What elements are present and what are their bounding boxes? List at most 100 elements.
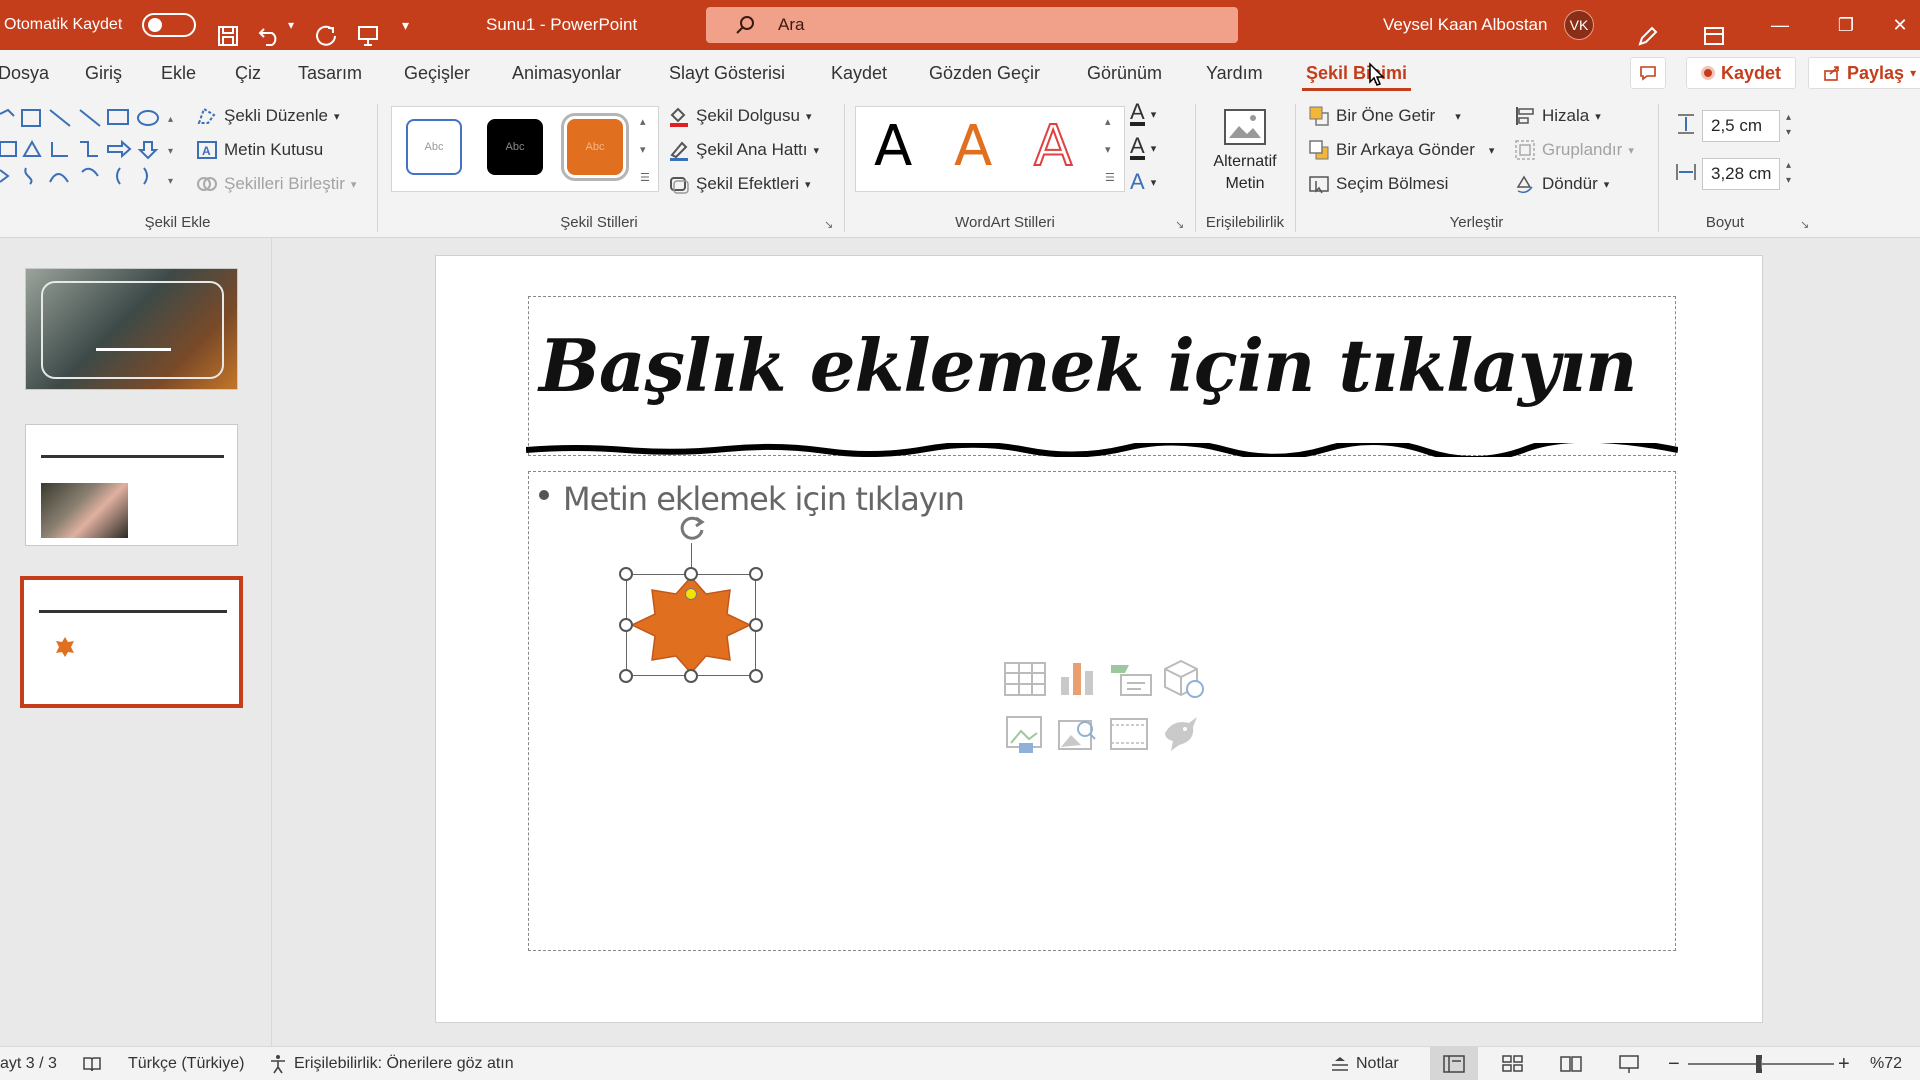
zoom-level[interactable]: %72 <box>1870 1047 1902 1080</box>
insert-video-icon[interactable] <box>1107 713 1151 755</box>
zoom-slider[interactable] <box>1688 1047 1834 1080</box>
merge-shapes-button[interactable]: Şekilleri Birleştir ▾ <box>196 170 356 198</box>
tab-sekil-bicimi[interactable]: Şekil Biçimi <box>1301 50 1412 96</box>
wordart-black[interactable]: A <box>874 114 912 179</box>
slide-sorter-icon[interactable] <box>1502 1047 1524 1080</box>
bring-forward-button[interactable]: Bir Öne Getir ▾ <box>1308 102 1461 130</box>
shape-outline-button[interactable]: Şekil Ana Hattı ▾ <box>668 136 819 164</box>
resize-handle-ne[interactable] <box>749 567 763 581</box>
height-spinner[interactable]: ▴ ▾ <box>1786 110 1791 140</box>
shape-style-orange[interactable]: Abc <box>561 113 629 181</box>
insert-icons-icon[interactable] <box>1159 711 1203 755</box>
insert-table-icon[interactable] <box>1003 659 1047 699</box>
shape-effects-button[interactable]: Şekil Efektleri ▾ <box>668 170 811 198</box>
text-outline-button[interactable]: A ▾ <box>1130 134 1156 162</box>
zoom-in-icon[interactable]: + <box>1838 1047 1850 1080</box>
dialog-launcher-icon[interactable]: ↘ <box>824 218 833 231</box>
tab-yardim[interactable]: Yardım <box>1206 50 1263 96</box>
user-avatar[interactable]: VK <box>1564 0 1594 50</box>
normal-view-button[interactable] <box>1430 1047 1478 1080</box>
slideshow-view-icon[interactable] <box>1618 1047 1640 1080</box>
dialog-launcher-icon[interactable]: ↘ <box>1175 218 1184 231</box>
tab-slayt-gosterisi[interactable]: Slayt Gösterisi <box>669 50 785 96</box>
chevron-down-icon: ▾ <box>1595 110 1601 123</box>
shape-style-black[interactable]: Abc <box>487 119 543 175</box>
ribbon-separator <box>1295 104 1296 232</box>
tab-giris[interactable]: Giriş <box>85 50 122 96</box>
tab-kaydet[interactable]: Kaydet <box>831 50 887 96</box>
slide-thumbnail-2[interactable] <box>25 424 238 546</box>
shape-gallery[interactable]: ▴ ▾ ▾ <box>0 106 185 206</box>
tab-animasyonlar[interactable]: Animasyonlar <box>512 50 621 96</box>
rotate-handle-icon[interactable] <box>676 512 708 544</box>
wordart-red-outline[interactable]: A <box>1033 113 1073 180</box>
resize-handle-se[interactable] <box>749 669 763 683</box>
insert-stock-images-icon[interactable] <box>1055 713 1099 755</box>
wordart-scroll[interactable]: ▴ ▾ ☰ <box>1105 108 1115 192</box>
tab-dosya[interactable]: Dosya <box>0 50 49 96</box>
resize-handle-w[interactable] <box>619 618 633 632</box>
adjust-handle[interactable] <box>685 588 697 600</box>
group-button[interactable]: Gruplandır ▾ <box>1514 136 1634 164</box>
shape-style-outline[interactable]: Abc <box>406 119 462 175</box>
language-status[interactable]: Türkçe (Türkiye) <box>128 1047 244 1080</box>
tab-ciz[interactable]: Çiz <box>235 50 261 96</box>
resize-handle-s[interactable] <box>684 669 698 683</box>
restore-icon[interactable]: ❐ <box>1816 0 1876 50</box>
notes-button[interactable]: Notlar <box>1330 1047 1399 1080</box>
rotate-button[interactable]: Döndür ▾ <box>1514 170 1609 198</box>
tab-gozden-gecir[interactable]: Gözden Geçir <box>929 50 1040 96</box>
bullet-icon <box>539 490 549 500</box>
insert-picture-icon[interactable] <box>1003 713 1047 755</box>
gallery-scroll[interactable]: ▴ ▾ ☰ <box>640 108 650 192</box>
normal-view-icon <box>1443 1055 1465 1073</box>
zoom-out-icon[interactable]: − <box>1668 1047 1680 1080</box>
insert-smartart-icon[interactable] <box>1107 659 1155 699</box>
alt-text-icon <box>1224 109 1266 145</box>
share-icon <box>1824 66 1839 81</box>
accessibility-label: Erişilebilirlik: Önerilere göz atın <box>294 1055 514 1072</box>
insert-chart-icon[interactable] <box>1055 659 1099 699</box>
tab-tasarim[interactable]: Tasarım <box>298 50 362 96</box>
minimize-icon[interactable]: — <box>1750 0 1810 50</box>
customize-qat-icon[interactable]: ▾ <box>402 0 409 50</box>
undo-dropdown-icon[interactable]: ▾ <box>288 0 294 50</box>
height-input[interactable]: 2,5 cm <box>1702 110 1780 142</box>
resize-handle-sw[interactable] <box>619 669 633 683</box>
user-name[interactable]: Veysel Kaan Albostan <box>1383 0 1547 50</box>
close-icon[interactable]: ✕ <box>1880 0 1920 50</box>
resize-handle-nw[interactable] <box>619 567 633 581</box>
search-box[interactable]: Ara <box>706 7 1238 43</box>
alt-text-button[interactable]: Alternatif Metin <box>1200 108 1290 195</box>
slide-thumbnail-1[interactable] <box>25 268 238 390</box>
autosave-toggle[interactable] <box>142 0 196 50</box>
reading-view-icon[interactable] <box>1560 1047 1582 1080</box>
record-save-button[interactable]: Kaydet <box>1686 57 1797 89</box>
share-button[interactable]: Paylaş ▾ <box>1808 57 1920 89</box>
resize-handle-n[interactable] <box>684 567 698 581</box>
wordart-orange[interactable]: A <box>954 114 992 179</box>
insert-3d-model-icon[interactable] <box>1159 657 1207 701</box>
text-box-button[interactable]: A Metin Kutusu <box>196 136 323 164</box>
edit-shape-button[interactable]: Şekli Düzenle ▾ <box>196 102 339 130</box>
align-button[interactable]: Hizala ▾ <box>1514 102 1601 130</box>
resize-handle-e[interactable] <box>749 618 763 632</box>
width-input[interactable]: 3,28 cm <box>1702 158 1780 190</box>
selection-pane-button[interactable]: Seçim Bölmesi <box>1308 170 1448 198</box>
dialog-launcher-icon[interactable]: ↘ <box>1800 218 1809 231</box>
tab-gorunum[interactable]: Görünüm <box>1087 50 1162 96</box>
slide-thumbnail-3[interactable] <box>20 576 243 708</box>
accessibility-status[interactable]: Erişilebilirlik: Önerilere göz atın <box>268 1047 514 1080</box>
text-fill-button[interactable]: A ▾ <box>1130 100 1156 128</box>
send-backward-button[interactable]: Bir Arkaya Gönder ▾ <box>1308 136 1494 164</box>
tab-ekle[interactable]: Ekle <box>161 50 196 96</box>
share-dropdown-icon[interactable]: ▾ <box>1910 66 1916 80</box>
comments-button[interactable] <box>1630 57 1666 89</box>
text-effects-button[interactable]: A ▾ <box>1130 168 1156 196</box>
tab-gecisler[interactable]: Geçişler <box>404 50 470 96</box>
title-placeholder[interactable]: Başlık eklemek için tıklayın <box>528 296 1676 456</box>
spell-check-icon[interactable] <box>82 1047 102 1080</box>
shape-fill-button[interactable]: Şekil Dolgusu ▾ <box>668 102 811 130</box>
width-spinner[interactable]: ▴ ▾ <box>1786 158 1791 188</box>
bring-forward-label: Bir Öne Getir <box>1336 106 1436 125</box>
